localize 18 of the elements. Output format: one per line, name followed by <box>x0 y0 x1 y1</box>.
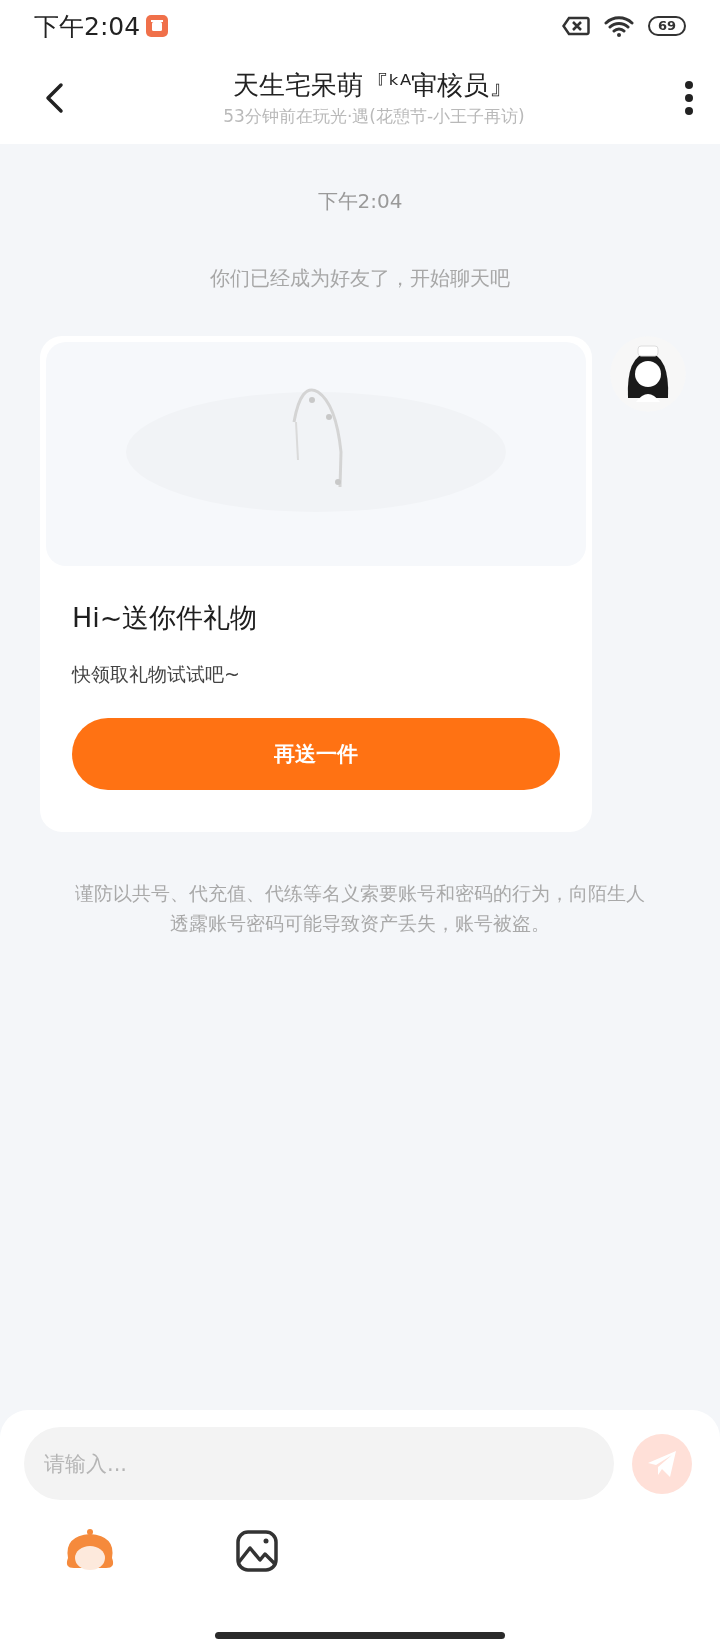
status-time: 下午2:04 <box>34 10 141 43</box>
gift-subtitle: 快领取礼物试试吧~ <box>72 662 241 687</box>
notification-icon <box>146 15 169 37</box>
image-icon[interactable] <box>236 1530 278 1572</box>
chat-title: 天生宅呆萌『ᵏᴬ审核员』 <box>232 69 516 102</box>
wifi-icon <box>603 15 634 37</box>
more-icon[interactable] <box>684 81 694 115</box>
gift-title: Hi~送你件礼物 <box>72 601 259 635</box>
security-warning: 谨防以共号、代充值、代练等名义索要账号和密码的行为，向陌生人透露账号密码可能导致资产丢失，账号被盗。 <box>74 881 646 936</box>
back-icon[interactable] <box>44 82 64 114</box>
send-again-button[interactable]: 再送一件 <box>72 718 560 790</box>
no-sim-icon <box>561 16 590 36</box>
send-icon <box>646 1448 678 1479</box>
battery-level: 69 <box>647 16 686 36</box>
message-timestamp: 下午2:04 <box>316 188 404 215</box>
chat-subtitle: 53分钟前在玩光·遇(花憩节-小王子再访) <box>223 105 525 128</box>
system-notice: 你们已经成为好友了，开始聊天吧 <box>209 265 511 292</box>
message-input[interactable]: 请输入... <box>24 1427 614 1500</box>
